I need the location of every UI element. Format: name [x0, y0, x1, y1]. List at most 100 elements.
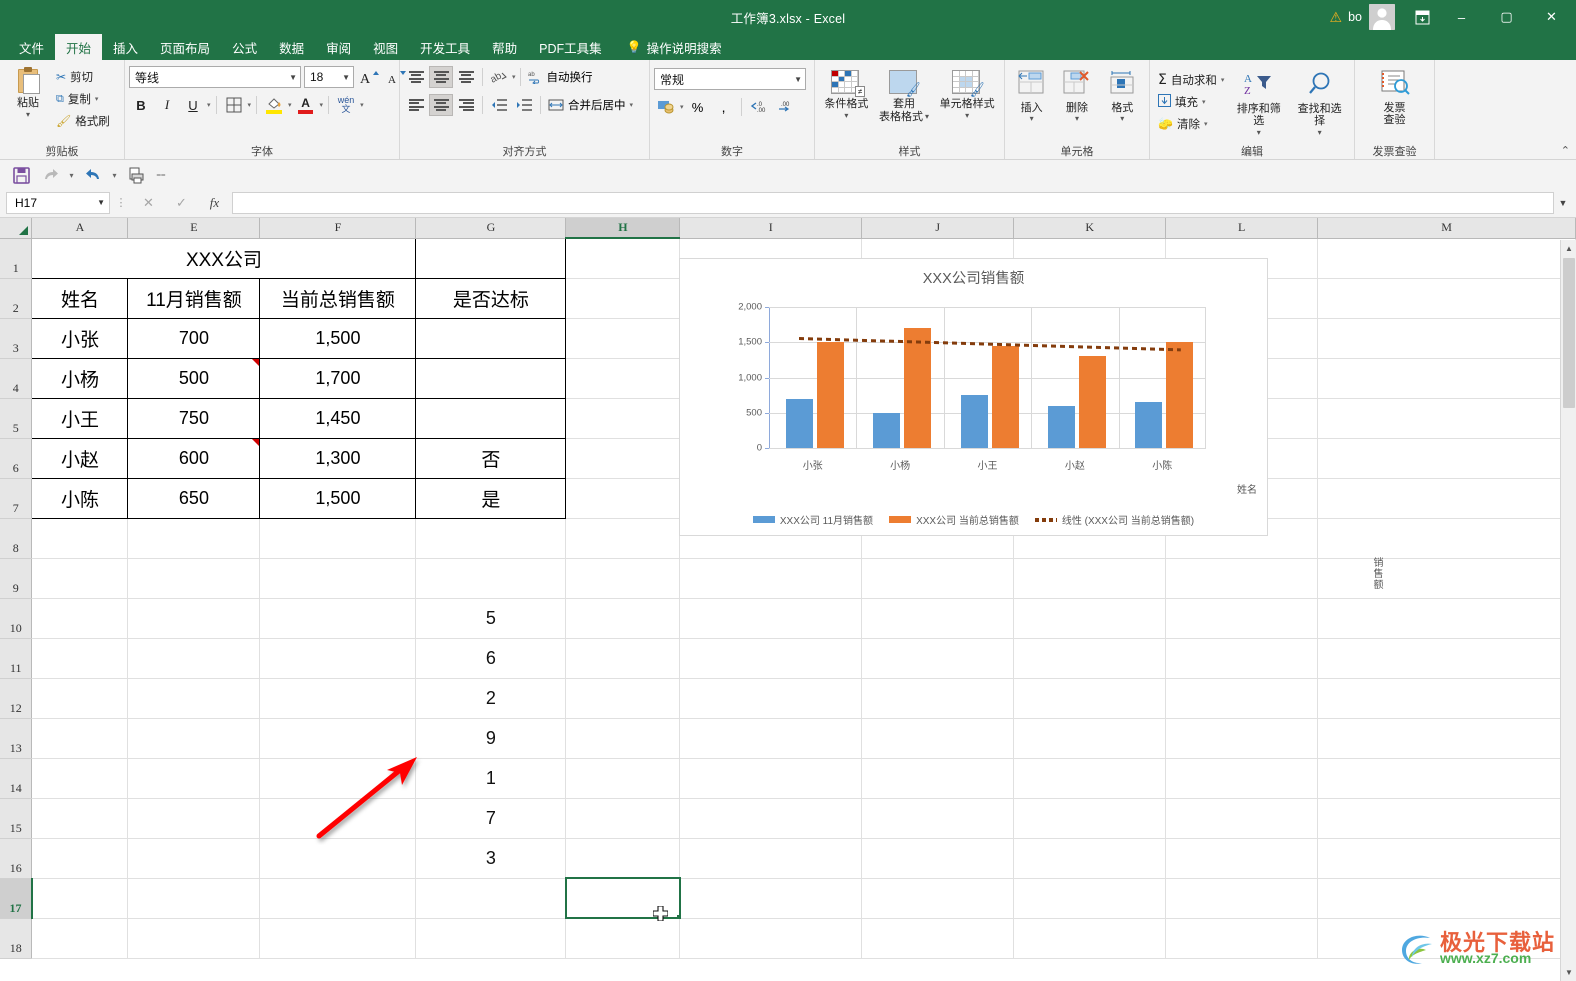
expand-formula-bar-icon[interactable]: ▼	[1554, 198, 1572, 208]
cell-styles-button[interactable]: 🖌 单元格样式 ▾	[935, 68, 1000, 122]
chevron-down-icon[interactable]: ▾	[248, 101, 252, 109]
cell-A13[interactable]	[31, 718, 129, 759]
cell-H18[interactable]	[565, 918, 681, 959]
cell-M5[interactable]	[1317, 398, 1576, 439]
cell-M3[interactable]	[1317, 318, 1576, 359]
cell-A11[interactable]	[31, 638, 129, 679]
cell-H8[interactable]	[565, 518, 681, 559]
cell-A5[interactable]: 小王	[31, 397, 129, 439]
cell-H3[interactable]	[565, 318, 681, 359]
tab-review[interactable]: 审阅	[315, 34, 362, 60]
cell-J10[interactable]	[861, 598, 1015, 639]
avatar[interactable]	[1369, 4, 1395, 30]
align-middle-button[interactable]	[429, 66, 453, 88]
legend-item-series1[interactable]: XXX公司 11月销售额	[752, 512, 873, 527]
select-all-corner[interactable]	[0, 218, 33, 239]
chevron-down-icon[interactable]: ▾	[680, 103, 684, 111]
row-header-11[interactable]: 11	[0, 638, 33, 679]
cell-F2[interactable]: 当前总销售额	[259, 277, 417, 319]
autosum-button[interactable]: Σ 自动求和 ▾	[1154, 69, 1228, 91]
chevron-down-icon[interactable]: ▼	[790, 75, 802, 84]
bar-series1-cat5[interactable]	[1135, 402, 1162, 448]
cell-K16[interactable]	[1013, 838, 1167, 879]
clear-button[interactable]: 🧽 清除 ▾	[1154, 113, 1228, 135]
tab-file[interactable]: 文件	[8, 34, 55, 60]
row-header-9[interactable]: 9	[0, 558, 33, 599]
cell-E5[interactable]: 750	[127, 397, 261, 439]
cell-A2[interactable]: 姓名	[31, 277, 129, 319]
save-icon[interactable]	[8, 163, 34, 187]
merge-center-button[interactable]: 合并后居中 ▾	[545, 94, 636, 116]
cell-F18[interactable]	[259, 918, 417, 959]
cell-I10[interactable]	[679, 598, 863, 639]
row-header-12[interactable]: 12	[0, 678, 33, 719]
cell-H15[interactable]	[565, 798, 681, 839]
cell-K13[interactable]	[1013, 718, 1167, 759]
cell-E11[interactable]	[127, 638, 261, 679]
cell-E13[interactable]	[127, 718, 261, 759]
row-header-6[interactable]: 6	[0, 438, 33, 479]
cell-A17[interactable]	[31, 878, 129, 919]
chevron-down-icon[interactable]: ▼	[285, 73, 297, 82]
cell-G11[interactable]: 6	[415, 638, 567, 679]
cell-E9[interactable]	[127, 558, 261, 599]
cell-I18[interactable]	[679, 918, 863, 959]
chevron-down-icon[interactable]: ▾	[26, 110, 30, 119]
scroll-down-button[interactable]: ▼	[1561, 964, 1576, 981]
redo-icon[interactable]	[37, 163, 63, 187]
row-header-18[interactable]: 18	[0, 918, 33, 959]
cell-L17[interactable]	[1165, 878, 1319, 919]
close-button[interactable]: ✕	[1529, 0, 1574, 34]
cell-A3[interactable]: 小张	[31, 317, 129, 359]
cell-G13[interactable]: 9	[415, 718, 567, 759]
cell-G9[interactable]	[415, 558, 567, 599]
cell-K9[interactable]	[1013, 558, 1167, 599]
bar-series2-cat4[interactable]	[1079, 356, 1106, 448]
cell-F13[interactable]	[259, 718, 417, 759]
row-header-3[interactable]: 3	[0, 318, 33, 359]
chevron-down-icon[interactable]: ▾	[1221, 76, 1225, 84]
chevron-down-icon[interactable]: ▾	[360, 101, 364, 109]
cell-L16[interactable]	[1165, 838, 1319, 879]
chevron-down-icon[interactable]: ▾	[844, 111, 848, 120]
cell-E17[interactable]	[127, 878, 261, 919]
cell-K10[interactable]	[1013, 598, 1167, 639]
scrollbar-thumb[interactable]	[1563, 258, 1575, 408]
row-header-5[interactable]: 5	[0, 398, 33, 439]
cell-M17[interactable]	[1317, 878, 1576, 919]
chevron-down-icon[interactable]: ▾	[1318, 128, 1322, 137]
chevron-down-icon[interactable]: ▾	[1257, 128, 1261, 137]
cell-A10[interactable]	[31, 598, 129, 639]
confirm-icon[interactable]: ✓	[165, 192, 198, 214]
format-cells-button[interactable]: 格式 ▾	[1100, 68, 1144, 125]
cell-E4[interactable]: 500	[127, 357, 261, 399]
chevron-down-icon[interactable]: ▾	[288, 101, 292, 109]
cell-F7[interactable]: 1,500	[259, 477, 417, 519]
cell-I13[interactable]	[679, 718, 863, 759]
cell-I14[interactable]	[679, 758, 863, 799]
chevron-down-icon[interactable]: ▾	[109, 171, 120, 180]
cell-K17[interactable]	[1013, 878, 1167, 919]
cell-G3[interactable]	[415, 317, 567, 359]
chevron-down-icon[interactable]: ▾	[1204, 120, 1208, 128]
cell-J14[interactable]	[861, 758, 1015, 799]
cell-F10[interactable]	[259, 598, 417, 639]
cell-I17[interactable]	[679, 878, 863, 919]
minimize-button[interactable]: –	[1439, 0, 1484, 34]
align-center-button[interactable]	[429, 94, 453, 116]
format-as-table-button[interactable]: 🖌 套用 表格格式 ▾	[874, 68, 934, 125]
cell-A16[interactable]	[31, 838, 129, 879]
row-header-4[interactable]: 4	[0, 358, 33, 399]
cell-L14[interactable]	[1165, 758, 1319, 799]
cell-F17[interactable]	[259, 878, 417, 919]
cell-G4[interactable]	[415, 357, 567, 399]
tab-data[interactable]: 数据	[268, 34, 315, 60]
comma-style-button[interactable]: ,	[712, 96, 736, 118]
column-header-H[interactable]: H	[565, 218, 681, 239]
cell-E16[interactable]	[127, 838, 261, 879]
cell-K12[interactable]	[1013, 678, 1167, 719]
cell-I15[interactable]	[679, 798, 863, 839]
bar-series1-cat2[interactable]	[873, 412, 900, 448]
cell-K14[interactable]	[1013, 758, 1167, 799]
cell-L18[interactable]	[1165, 918, 1319, 959]
